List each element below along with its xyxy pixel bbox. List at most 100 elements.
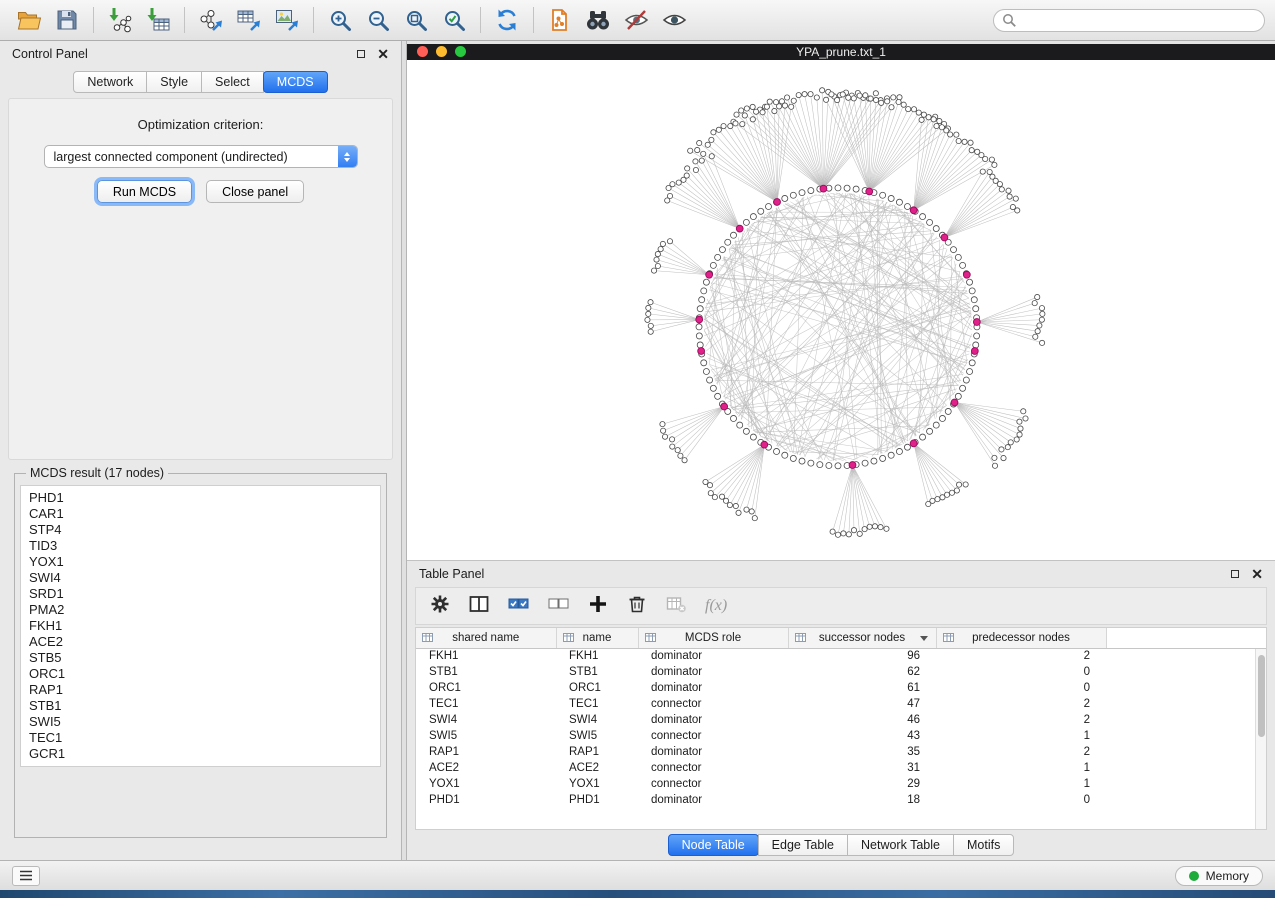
delete-table-button[interactable] [666, 595, 686, 618]
show-panels-button[interactable] [12, 866, 40, 886]
column-header-shared-name[interactable]: shared name [416, 628, 556, 648]
mcds-node-item[interactable]: TID3 [29, 538, 372, 554]
tab-select[interactable]: Select [201, 71, 264, 93]
close-mcds-panel-button[interactable]: Close panel [206, 180, 304, 203]
mcds-node-item[interactable]: CAR1 [29, 506, 372, 522]
mcds-node-item[interactable]: SWI5 [29, 714, 372, 730]
show-graphics-details-button[interactable] [655, 4, 693, 36]
table-cell[interactable]: 29 [788, 776, 936, 792]
table-scrollbar-thumb[interactable] [1258, 655, 1265, 737]
table-cell[interactable]: TEC1 [416, 696, 556, 712]
table-cell[interactable]: SWI4 [556, 712, 638, 728]
network-graph[interactable] [407, 60, 1275, 560]
tab-motifs[interactable]: Motifs [953, 834, 1014, 856]
mcds-node-item[interactable]: ORC1 [29, 666, 372, 682]
table-cell[interactable]: dominator [638, 792, 788, 808]
table-row[interactable]: RAP1RAP1dominator352 [416, 744, 1266, 760]
column-header-name[interactable]: name [556, 628, 638, 648]
memory-button[interactable]: Memory [1175, 866, 1263, 886]
add-column-button[interactable] [588, 594, 608, 619]
tab-node-table[interactable]: Node Table [668, 834, 759, 856]
table-cell[interactable]: TEC1 [556, 696, 638, 712]
table-cell[interactable]: RAP1 [416, 744, 556, 760]
mcds-node-item[interactable]: PMA2 [29, 602, 372, 618]
mcds-node-item[interactable]: TEC1 [29, 730, 372, 746]
table-cell[interactable]: STB1 [556, 664, 638, 680]
table-cell[interactable]: 18 [788, 792, 936, 808]
table-cell[interactable]: 2 [936, 696, 1106, 712]
tab-mcds[interactable]: MCDS [263, 71, 328, 93]
float-panel-button[interactable] [357, 47, 365, 61]
tab-edge-table[interactable]: Edge Table [758, 834, 848, 856]
mcds-node-item[interactable]: SWI4 [29, 570, 372, 586]
mcds-node-item[interactable]: PHD1 [29, 490, 372, 506]
table-row[interactable]: FKH1FKH1dominator962 [416, 648, 1266, 664]
table-cell[interactable]: ACE2 [416, 760, 556, 776]
table-row[interactable]: ORC1ORC1dominator610 [416, 680, 1266, 696]
column-header-predecessor-nodes[interactable]: predecessor nodes [936, 628, 1106, 648]
open-session-button[interactable] [10, 4, 48, 36]
table-cell[interactable]: 0 [936, 664, 1106, 680]
table-cell[interactable]: dominator [638, 712, 788, 728]
refresh-button[interactable] [488, 4, 526, 36]
table-cell[interactable]: YOX1 [416, 776, 556, 792]
table-cell[interactable]: 1 [936, 776, 1106, 792]
table-cell[interactable]: 1 [936, 760, 1106, 776]
table-cell[interactable]: 31 [788, 760, 936, 776]
table-cell[interactable]: 2 [936, 648, 1106, 664]
tab-style[interactable]: Style [146, 71, 202, 93]
column-header-mcds-role[interactable]: MCDS role [638, 628, 788, 648]
export-network-button[interactable] [192, 4, 230, 36]
search-input[interactable] [993, 9, 1265, 32]
table-scrollbar[interactable] [1255, 649, 1266, 829]
table-cell[interactable]: SWI5 [416, 728, 556, 744]
export-image-button[interactable] [268, 4, 306, 36]
table-cell[interactable]: 2 [936, 744, 1106, 760]
table-cell[interactable]: dominator [638, 680, 788, 696]
save-session-button[interactable] [48, 4, 86, 36]
import-table-button[interactable] [139, 4, 177, 36]
table-cell[interactable]: 47 [788, 696, 936, 712]
hide-graphics-details-button[interactable] [617, 4, 655, 36]
mcds-node-item[interactable]: ACE2 [29, 634, 372, 650]
table-cell[interactable]: 0 [936, 680, 1106, 696]
mcds-node-item[interactable]: SRD1 [29, 586, 372, 602]
table-cell[interactable]: 46 [788, 712, 936, 728]
mcds-node-item[interactable]: GCR1 [29, 746, 372, 762]
table-cell[interactable]: connector [638, 760, 788, 776]
table-cell[interactable]: FKH1 [556, 648, 638, 664]
table-cell[interactable]: 35 [788, 744, 936, 760]
import-network-button[interactable] [101, 4, 139, 36]
table-cell[interactable]: 62 [788, 664, 936, 680]
table-cell[interactable]: 61 [788, 680, 936, 696]
table-row[interactable]: TEC1TEC1connector472 [416, 696, 1266, 712]
table-cell[interactable]: ACE2 [556, 760, 638, 776]
table-cell[interactable]: 43 [788, 728, 936, 744]
table-row[interactable]: ACE2ACE2connector311 [416, 760, 1266, 776]
table-cell[interactable]: 2 [936, 712, 1106, 728]
zoom-out-button[interactable] [359, 4, 397, 36]
table-cell[interactable]: connector [638, 728, 788, 744]
table-cell[interactable]: SWI5 [556, 728, 638, 744]
table-cell[interactable]: connector [638, 696, 788, 712]
deselect-all-button[interactable] [548, 595, 569, 618]
table-cell[interactable]: dominator [638, 648, 788, 664]
delete-column-button[interactable] [627, 593, 647, 619]
table-row[interactable]: PHD1PHD1dominator180 [416, 792, 1266, 808]
mcds-node-item[interactable]: STB5 [29, 650, 372, 666]
column-header-successor-nodes[interactable]: successor nodes [788, 628, 936, 648]
function-builder-button[interactable]: f(x) [705, 597, 727, 615]
table-cell[interactable]: ORC1 [556, 680, 638, 696]
duplicate-network-button[interactable] [541, 4, 579, 36]
network-canvas[interactable] [407, 60, 1275, 560]
table-row[interactable]: YOX1YOX1connector291 [416, 776, 1266, 792]
table-cell[interactable]: PHD1 [556, 792, 638, 808]
criterion-dropdown[interactable]: largest connected component (undirected) [44, 145, 358, 168]
mcds-node-item[interactable]: STB1 [29, 698, 372, 714]
zoom-selected-button[interactable] [435, 4, 473, 36]
close-window-button[interactable] [417, 46, 428, 57]
zoom-in-button[interactable] [321, 4, 359, 36]
float-table-panel-button[interactable] [1231, 567, 1239, 581]
table-cell[interactable]: connector [638, 776, 788, 792]
table-cell[interactable]: FKH1 [416, 648, 556, 664]
